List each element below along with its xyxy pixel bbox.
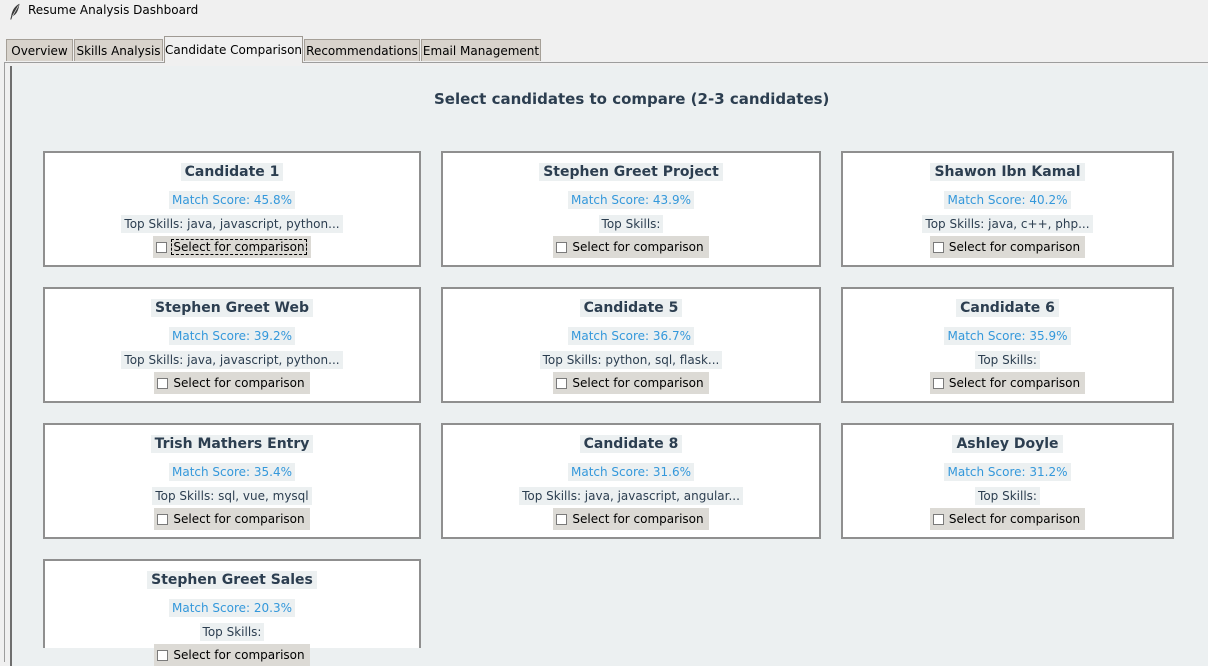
- candidate-card: Ashley Doyle Match Score: 31.2% Top Skil…: [841, 423, 1174, 539]
- select-checkbox[interactable]: Select for comparison: [553, 236, 709, 258]
- candidate-name: Trish Mathers Entry: [150, 435, 314, 453]
- top-skills: Top Skills: java, javascript, angular...: [519, 487, 743, 505]
- candidate-card: Trish Mathers Entry Match Score: 35.4% T…: [43, 423, 421, 539]
- match-score: Match Score: 20.3%: [168, 599, 296, 617]
- top-skills: Top Skills:: [975, 351, 1040, 369]
- select-checkbox[interactable]: Select for comparison: [154, 644, 310, 666]
- select-checkbox[interactable]: Select for comparison: [553, 508, 709, 530]
- checkbox-box[interactable]: [932, 241, 944, 253]
- match-score: Match Score: 43.9%: [567, 191, 695, 209]
- candidate-name: Candidate 8: [579, 435, 683, 453]
- select-checkbox[interactable]: Select for comparison: [929, 236, 1086, 258]
- candidate-name: Candidate 1: [180, 163, 284, 181]
- top-skills: Top Skills: java, javascript, python...: [121, 351, 343, 369]
- checkbox-box[interactable]: [556, 241, 568, 253]
- checkbox-box[interactable]: [932, 377, 944, 389]
- match-score: Match Score: 39.2%: [168, 327, 296, 345]
- select-checkbox[interactable]: Select for comparison: [929, 508, 1086, 530]
- match-score: Match Score: 40.2%: [944, 191, 1071, 209]
- candidate-card: Stephen Greet Web Match Score: 39.2% Top…: [43, 287, 421, 403]
- checkbox-box[interactable]: [157, 377, 169, 389]
- select-checkbox[interactable]: Select for comparison: [154, 508, 310, 530]
- select-label[interactable]: Select for comparison: [571, 512, 704, 526]
- match-score: Match Score: 36.7%: [567, 327, 695, 345]
- candidate-name: Shawon Ibn Kamal: [930, 163, 1085, 181]
- match-score: Match Score: 45.8%: [168, 191, 296, 209]
- match-score: Match Score: 31.6%: [567, 463, 695, 481]
- checkbox-box[interactable]: [157, 513, 169, 525]
- top-skills: Top Skills: sql, vue, mysql: [152, 487, 312, 505]
- top-skills: Top Skills:: [199, 623, 265, 641]
- candidate-card: Stephen Greet Project Match Score: 43.9%…: [441, 151, 821, 267]
- checkbox-box[interactable]: [556, 513, 568, 525]
- candidate-name: Stephen Greet Project: [539, 163, 723, 181]
- candidate-card: Candidate 8 Match Score: 31.6% Top Skill…: [441, 423, 821, 539]
- candidate-card: Candidate 1 Match Score: 45.8% Top Skill…: [43, 151, 421, 267]
- match-score: Match Score: 35.9%: [944, 327, 1071, 345]
- top-skills: Top Skills: java, javascript, python...: [121, 215, 343, 233]
- select-label[interactable]: Select for comparison: [172, 648, 305, 662]
- select-checkbox[interactable]: Select for comparison: [153, 236, 311, 258]
- checkbox-box[interactable]: [157, 649, 169, 661]
- select-checkbox[interactable]: Select for comparison: [154, 372, 310, 394]
- candidate-name: Candidate 5: [579, 299, 683, 317]
- candidate-card: Shawon Ibn Kamal Match Score: 40.2% Top …: [841, 151, 1174, 267]
- candidate-name: Ashley Doyle: [952, 435, 1063, 453]
- candidate-name: Stephen Greet Web: [150, 299, 313, 317]
- window-title: Resume Analysis Dashboard: [28, 3, 199, 17]
- checkbox-box[interactable]: [556, 377, 568, 389]
- select-label[interactable]: Select for comparison: [948, 512, 1081, 526]
- checkbox-box[interactable]: [156, 241, 168, 253]
- tab-candidate-comparison[interactable]: Candidate Comparison: [164, 36, 303, 63]
- top-skills: Top Skills: python, sql, flask...: [539, 351, 723, 369]
- select-label[interactable]: Select for comparison: [172, 376, 305, 390]
- tab-overview[interactable]: Overview: [6, 39, 73, 61]
- select-label[interactable]: Select for comparison: [948, 240, 1081, 254]
- top-skills: Top Skills:: [975, 487, 1040, 505]
- candidate-card: Stephen Greet Sales Match Score: 20.3% T…: [43, 559, 421, 666]
- select-checkbox[interactable]: Select for comparison: [929, 372, 1086, 394]
- tab-recommendations[interactable]: Recommendations: [304, 39, 420, 61]
- checkbox-box[interactable]: [932, 513, 944, 525]
- candidate-card: Candidate 6 Match Score: 35.9% Top Skill…: [841, 287, 1174, 403]
- match-score: Match Score: 35.4%: [168, 463, 296, 481]
- select-label[interactable]: Select for comparison: [948, 376, 1081, 390]
- page-heading: Select candidates to compare (2-3 candid…: [434, 90, 830, 108]
- select-label[interactable]: Select for comparison: [172, 512, 305, 526]
- feather-icon: [10, 3, 20, 20]
- select-checkbox[interactable]: Select for comparison: [553, 372, 709, 394]
- candidate-card: Candidate 5 Match Score: 36.7% Top Skill…: [441, 287, 821, 403]
- select-label[interactable]: Select for comparison: [171, 239, 307, 255]
- match-score: Match Score: 31.2%: [944, 463, 1071, 481]
- title-bar: Resume Analysis Dashboard: [0, 0, 1208, 24]
- select-label[interactable]: Select for comparison: [571, 376, 704, 390]
- top-skills: Top Skills:: [598, 215, 664, 233]
- candidate-name: Candidate 6: [956, 299, 1059, 317]
- candidate-name: Stephen Greet Sales: [147, 571, 317, 589]
- top-skills: Top Skills: java, c++, php...: [922, 215, 1093, 233]
- tab-email-management[interactable]: Email Management: [421, 39, 541, 61]
- tab-skills-analysis[interactable]: Skills Analysis: [74, 39, 163, 61]
- select-label[interactable]: Select for comparison: [571, 240, 704, 254]
